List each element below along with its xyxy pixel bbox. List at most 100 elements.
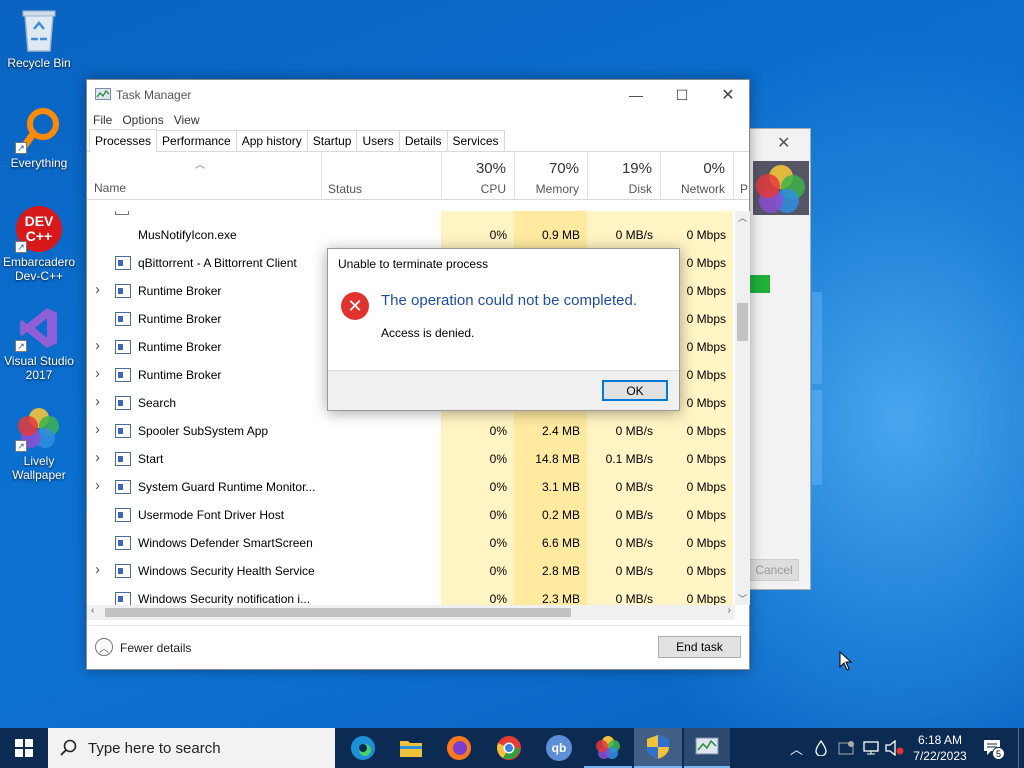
qbittorrent-icon: qb	[546, 735, 572, 761]
memory-percent: 70%	[548, 160, 579, 177]
taskbar-lively[interactable]	[584, 728, 632, 768]
column-name[interactable]: Name	[94, 181, 126, 195]
scroll-up-icon[interactable]: ︿	[738, 211, 747, 224]
expand-chevron-icon[interactable]: ›	[95, 449, 100, 466]
clock-time: 6:18 AM	[917, 733, 963, 747]
process-cpu-value: 0%	[489, 564, 507, 578]
column-cpu-header[interactable]: 30% CPU	[441, 152, 514, 200]
tab-performance[interactable]: Performance	[156, 130, 237, 151]
table-row[interactable]: Windows Security notification i... 0% 2.3 …	[87, 585, 735, 605]
process-name: MusNotifyIcon.exe	[138, 228, 237, 242]
start-button[interactable]	[0, 728, 48, 768]
tab-app-history[interactable]: App history	[235, 130, 308, 151]
tab-users[interactable]: Users	[356, 130, 400, 151]
desktop-icon-dev-cpp[interactable]: DEV C++ ↗ Embarcadero Dev-C++	[2, 205, 76, 283]
wallpaper-light-pane	[812, 292, 822, 384]
horizontal-scrollbar-thumb[interactable]	[105, 608, 571, 617]
expand-chevron-icon[interactable]: ›	[95, 561, 100, 578]
taskbar-file-explorer[interactable]	[388, 728, 434, 768]
end-task-button[interactable]: End task	[658, 636, 741, 658]
column-status: Status	[328, 182, 363, 196]
show-desktop-button[interactable]	[1018, 728, 1024, 768]
table-row[interactable]: › Windows Security Health Service 0% 2.8 MB…	[87, 557, 735, 585]
process-name: Runtime Broker	[138, 284, 222, 298]
column-memory-header[interactable]: 70% Memory	[514, 152, 587, 200]
minimize-button[interactable]: —	[613, 80, 659, 110]
dev-cpp-icon: DEV C++ ↗	[15, 205, 63, 253]
desktop-icon-lively-wallpaper[interactable]: ↗ Lively Wallpaper	[2, 404, 76, 482]
taskbar-uac-prompt[interactable]	[634, 728, 682, 768]
expand-chevron-icon[interactable]: ›	[95, 477, 100, 494]
cpu-label: CPU	[480, 182, 506, 196]
horizontal-scrollbar[interactable]: ‹ ›	[87, 605, 735, 620]
volume-muted-icon[interactable]	[884, 739, 904, 759]
scroll-down-icon[interactable]: ﹀	[738, 592, 747, 605]
desktop-icon-visual-studio[interactable]: ↗ Visual Studio 2017	[2, 304, 76, 382]
scroll-right-icon[interactable]: ›	[728, 605, 731, 616]
process-mem-value: 6.6 MB	[541, 536, 580, 550]
scrollbar-thumb[interactable]	[737, 303, 748, 341]
taskbar-search-box[interactable]: Type here to search	[48, 728, 335, 768]
error-dialog[interactable]: Unable to terminate process ✕ The operat…	[327, 248, 680, 411]
column-network-header[interactable]: 0% Network	[660, 152, 733, 200]
expand-chevron-icon[interactable]: ›	[95, 337, 100, 354]
scroll-left-icon[interactable]: ‹	[91, 605, 94, 616]
desktop-icon-everything[interactable]: ↗ Everything	[2, 106, 76, 170]
table-row[interactable]: MusNotifyIcon.exe 0% 0.9 MB 0 MB/s 0 Mbps	[87, 221, 735, 249]
expand-chevron-icon[interactable]: ›	[95, 393, 100, 410]
process-net-value: 0 Mbps	[686, 592, 726, 605]
expand-chevron-icon[interactable]: ›	[95, 421, 100, 438]
background-window[interactable]: ✕ Cancel	[748, 128, 811, 590]
taskbar-edge[interactable]	[340, 728, 386, 768]
network-percent: 0%	[703, 160, 725, 177]
desktop-icon-label: Everything	[10, 156, 68, 170]
table-row[interactable]: Usermode Font Driver Host 0% 0.2 MB 0 MB/s 0…	[87, 501, 735, 529]
process-net-value: 0 Mbps	[686, 564, 726, 578]
chevron-up-icon[interactable]: ︿	[790, 739, 803, 758]
process-mem-value: 2.4 MB	[541, 424, 580, 438]
process-cpu-value: 0%	[489, 424, 507, 438]
close-button[interactable]: ✕	[705, 80, 751, 110]
process-net-value: 0 Mbps	[686, 452, 726, 466]
droplet-icon[interactable]	[815, 739, 827, 759]
fewer-details-link[interactable]: Fewer details	[120, 641, 191, 655]
taskbar-firefox[interactable]	[436, 728, 482, 768]
process-disk-value: 0 MB/s	[615, 508, 653, 522]
table-row[interactable]: › Spooler SubSystem App 0% 2.4 MB 0 MB/s 0 Mb…	[87, 417, 735, 445]
clock[interactable]: 6:18 AM 7/22/2023	[906, 732, 974, 764]
process-name: Runtime Broker	[138, 368, 222, 382]
tab-services[interactable]: Services	[446, 130, 505, 151]
column-status-header[interactable]: Status	[321, 152, 441, 200]
taskbar-chrome[interactable]	[484, 728, 534, 768]
cancel-button[interactable]: Cancel	[749, 559, 799, 581]
column-power-header[interactable]: P	[733, 152, 749, 200]
taskbar-task-manager[interactable]	[684, 728, 730, 768]
desktop-icon-recycle-bin[interactable]: Recycle Bin	[2, 6, 76, 70]
process-icon	[115, 564, 131, 578]
process-icon	[115, 452, 131, 466]
vertical-scrollbar[interactable]: ︿ ﹀	[735, 211, 750, 605]
column-disk-header[interactable]: 19% Disk	[587, 152, 660, 200]
process-net-value: 0 Mbps	[686, 480, 726, 494]
table-row[interactable]: Windows Defender SmartScreen 0% 6.6 MB 0 MB…	[87, 529, 735, 557]
table-row[interactable]: › System Guard Runtime Monitor... 0% 3.1 MB…	[87, 473, 735, 501]
tab-details[interactable]: Details	[398, 130, 448, 151]
expand-chevron-icon[interactable]: ›	[95, 365, 100, 382]
maximize-button[interactable]: ☐	[659, 80, 705, 110]
menu-options[interactable]: Options	[122, 113, 163, 127]
chevron-up-icon[interactable]: ︿	[95, 638, 113, 656]
network-icon[interactable]	[862, 740, 882, 759]
tab-processes[interactable]: Processes	[89, 129, 158, 152]
process-disk-value: 0.1 MB/s	[605, 452, 653, 466]
menu-view[interactable]: View	[174, 113, 200, 127]
expand-chevron-icon[interactable]: ›	[95, 281, 100, 298]
tray-app-icon[interactable]	[838, 740, 856, 759]
action-center-button[interactable]: 5	[983, 739, 1005, 760]
close-icon[interactable]: ✕	[777, 133, 790, 153]
clock-date: 7/22/2023	[913, 749, 967, 763]
tab-startup[interactable]: Startup	[306, 130, 358, 151]
table-row[interactable]: › Start 0% 14.8 MB 0.1 MB/s 0 Mbps	[87, 445, 735, 473]
menu-file[interactable]: File	[93, 113, 112, 127]
taskbar-qbittorrent[interactable]: qb	[536, 728, 582, 768]
ok-button[interactable]: OK	[602, 380, 668, 401]
